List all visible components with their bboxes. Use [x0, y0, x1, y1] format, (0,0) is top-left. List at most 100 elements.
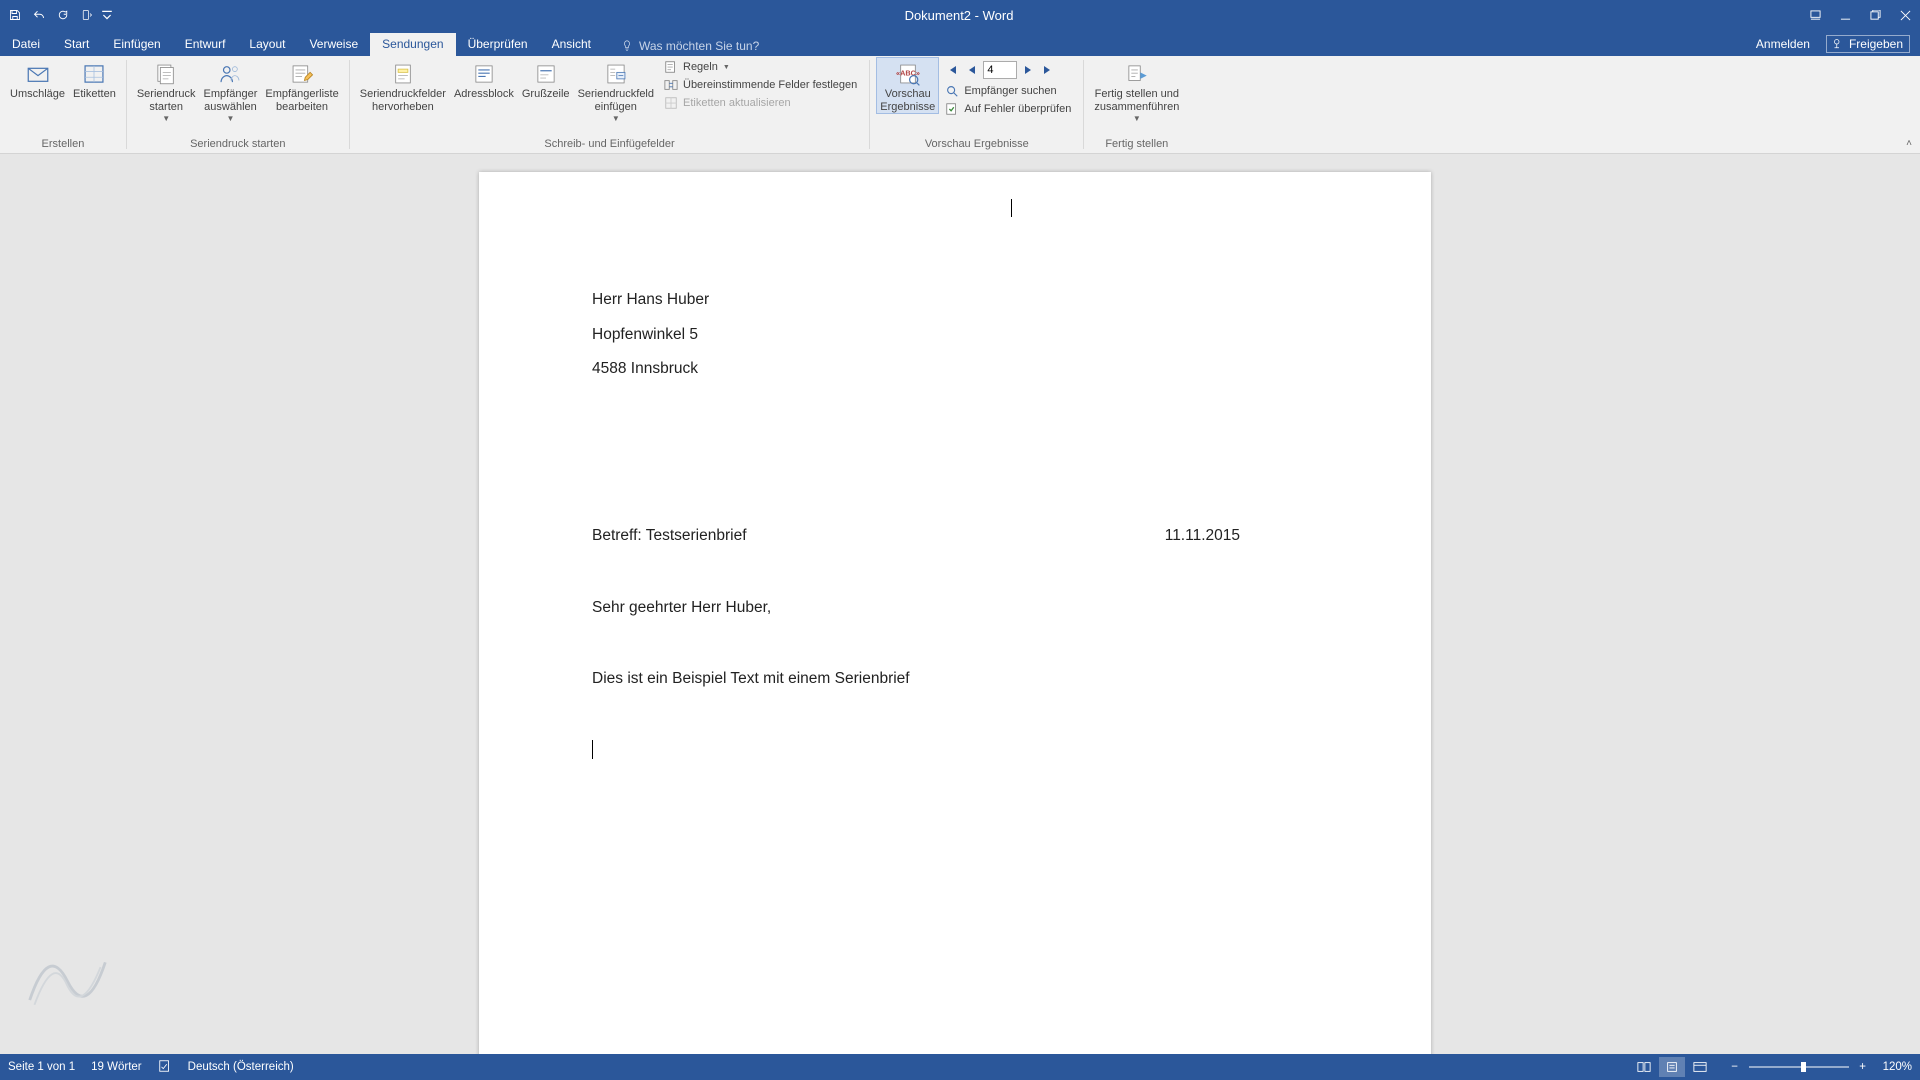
- edit-recipients-button[interactable]: Empfängerliste bearbeiten: [261, 57, 342, 113]
- check-errors-button[interactable]: Auf Fehler überprüfen: [943, 101, 1073, 117]
- tab-view[interactable]: Ansicht: [540, 33, 603, 56]
- find-icon: [945, 84, 959, 98]
- tab-review[interactable]: Überprüfen: [456, 33, 540, 56]
- labels-icon: [81, 59, 107, 87]
- finish-icon: [1124, 59, 1150, 87]
- print-layout-icon[interactable]: [1659, 1057, 1685, 1077]
- envelopes-button[interactable]: Umschläge: [6, 57, 69, 101]
- repeat-icon[interactable]: [52, 4, 74, 26]
- group-finish-label: Fertig stellen: [1105, 136, 1168, 153]
- rules-icon: [664, 60, 678, 74]
- address-line-3: 4588 Innsbruck: [592, 358, 1318, 380]
- merge-field-icon: [603, 59, 629, 87]
- read-mode-icon[interactable]: [1631, 1057, 1657, 1077]
- word-count[interactable]: 19 Wörter: [91, 1061, 142, 1073]
- watermark-logo: [20, 934, 115, 1024]
- recipients-icon: [217, 59, 243, 87]
- maximize-icon[interactable]: [1860, 0, 1890, 30]
- mailmerge-icon: [153, 59, 179, 87]
- address-line-2: Hopfenwinkel 5: [592, 324, 1318, 346]
- group-create-label: Erstellen: [42, 136, 85, 153]
- labels-button[interactable]: Etiketten: [69, 57, 120, 101]
- zoom-out-icon[interactable]: −: [1729, 1061, 1741, 1073]
- group-preview: «ABC» Vorschau Ergebnisse Empfänger such…: [870, 56, 1083, 153]
- zoom-in-icon[interactable]: +: [1857, 1061, 1869, 1073]
- cursor-line: [592, 740, 1318, 762]
- collapse-ribbon-icon[interactable]: ˄: [1906, 138, 1912, 149]
- dropdown-caret-icon: ▼: [612, 114, 620, 123]
- tab-file[interactable]: Datei: [0, 33, 52, 56]
- text-cursor: [1011, 199, 1012, 217]
- address-block-button[interactable]: Adressblock: [450, 57, 518, 101]
- titlebar-right: Anmelden Freigeben: [1746, 35, 1920, 56]
- start-mailmerge-button[interactable]: Seriendruck starten ▼: [133, 57, 200, 123]
- match-fields-icon: [664, 78, 678, 92]
- page[interactable]: Herr Hans Huber Hopfenwinkel 5 4588 Inns…: [479, 172, 1431, 1054]
- tab-mailings[interactable]: Sendungen: [370, 33, 455, 56]
- greeting-line-button[interactable]: Grußzeile: [518, 57, 574, 101]
- greeting-icon: [533, 59, 559, 87]
- zoom-slider-track[interactable]: [1749, 1066, 1849, 1068]
- zoom-control: − + 120%: [1729, 1061, 1912, 1073]
- insert-merge-field-button[interactable]: Seriendruckfeld einfügen ▼: [574, 57, 658, 123]
- record-number-input[interactable]: [983, 61, 1017, 79]
- rules-button[interactable]: Regeln ▼: [662, 59, 859, 75]
- last-record-icon[interactable]: [1039, 61, 1057, 79]
- envelope-icon: [25, 59, 51, 87]
- group-start-label: Seriendruck starten: [190, 136, 285, 153]
- dropdown-caret-icon: ▼: [723, 64, 730, 71]
- share-icon: [1833, 38, 1845, 50]
- tab-design[interactable]: Entwurf: [173, 33, 238, 56]
- subject-text: Betreff: Testserienbrief: [592, 525, 747, 547]
- tell-me-search[interactable]: Was möchten Sie tun?: [621, 39, 1746, 56]
- web-layout-icon[interactable]: [1687, 1057, 1713, 1077]
- minimize-icon[interactable]: [1830, 0, 1860, 30]
- group-create: Umschläge Etiketten Erstellen: [0, 56, 126, 153]
- language-indicator[interactable]: Deutsch (Österreich): [188, 1061, 294, 1073]
- highlight-icon: [390, 59, 416, 87]
- view-buttons: [1631, 1057, 1713, 1077]
- preview-results-button[interactable]: «ABC» Vorschau Ergebnisse: [876, 57, 939, 114]
- prev-record-icon[interactable]: [963, 61, 981, 79]
- finish-merge-button[interactable]: Fertig stellen und zusammenführen ▼: [1090, 57, 1183, 123]
- close-icon[interactable]: [1890, 0, 1920, 30]
- salutation-text: Sehr geehrter Herr Huber,: [592, 597, 1318, 619]
- ribbon-options-icon[interactable]: [1800, 0, 1830, 30]
- group-finish: Fertig stellen und zusammenführen ▼ Fert…: [1084, 56, 1189, 153]
- update-labels-icon: [664, 96, 678, 110]
- zoom-slider-thumb[interactable]: [1801, 1062, 1806, 1072]
- document-body[interactable]: Herr Hans Huber Hopfenwinkel 5 4588 Inns…: [592, 289, 1318, 762]
- zoom-level[interactable]: 120%: [1883, 1061, 1912, 1073]
- qat-customize-icon[interactable]: [100, 4, 114, 26]
- save-icon[interactable]: [4, 4, 26, 26]
- record-navigator: [943, 59, 1073, 81]
- lightbulb-icon: [621, 40, 633, 52]
- select-recipients-button[interactable]: Empfänger auswählen ▼: [200, 57, 262, 123]
- group-write-insert: Seriendruckfelder hervorheben Adressbloc…: [350, 56, 870, 153]
- tab-insert[interactable]: Einfügen: [101, 33, 172, 56]
- dropdown-caret-icon: ▼: [226, 114, 234, 123]
- check-errors-icon: [945, 102, 959, 116]
- tab-layout[interactable]: Layout: [237, 33, 297, 56]
- spellcheck-icon[interactable]: [158, 1059, 172, 1076]
- dropdown-caret-icon: ▼: [162, 114, 170, 123]
- page-indicator[interactable]: Seite 1 von 1: [8, 1061, 75, 1073]
- find-recipient-button[interactable]: Empfänger suchen: [943, 83, 1073, 99]
- share-button[interactable]: Freigeben: [1826, 35, 1910, 53]
- status-bar: Seite 1 von 1 19 Wörter Deutsch (Österre…: [0, 1054, 1920, 1080]
- first-record-icon[interactable]: [943, 61, 961, 79]
- undo-icon[interactable]: [28, 4, 50, 26]
- address-block-icon: [471, 59, 497, 87]
- next-record-icon[interactable]: [1019, 61, 1037, 79]
- body-text: Dies ist ein Beispiel Text mit einem Ser…: [592, 668, 1318, 690]
- edit-list-icon: [289, 59, 315, 87]
- signin-link[interactable]: Anmelden: [1756, 37, 1810, 51]
- highlight-fields-button[interactable]: Seriendruckfelder hervorheben: [356, 57, 450, 113]
- window-controls: [1800, 0, 1920, 30]
- tab-start[interactable]: Start: [52, 33, 101, 56]
- title-bar: Dokument2 - Word: [0, 0, 1920, 30]
- match-fields-button[interactable]: Übereinstimmende Felder festlegen: [662, 77, 859, 93]
- tell-me-placeholder: Was möchten Sie tun?: [639, 39, 759, 53]
- touch-mode-icon[interactable]: [76, 4, 98, 26]
- tab-references[interactable]: Verweise: [297, 33, 370, 56]
